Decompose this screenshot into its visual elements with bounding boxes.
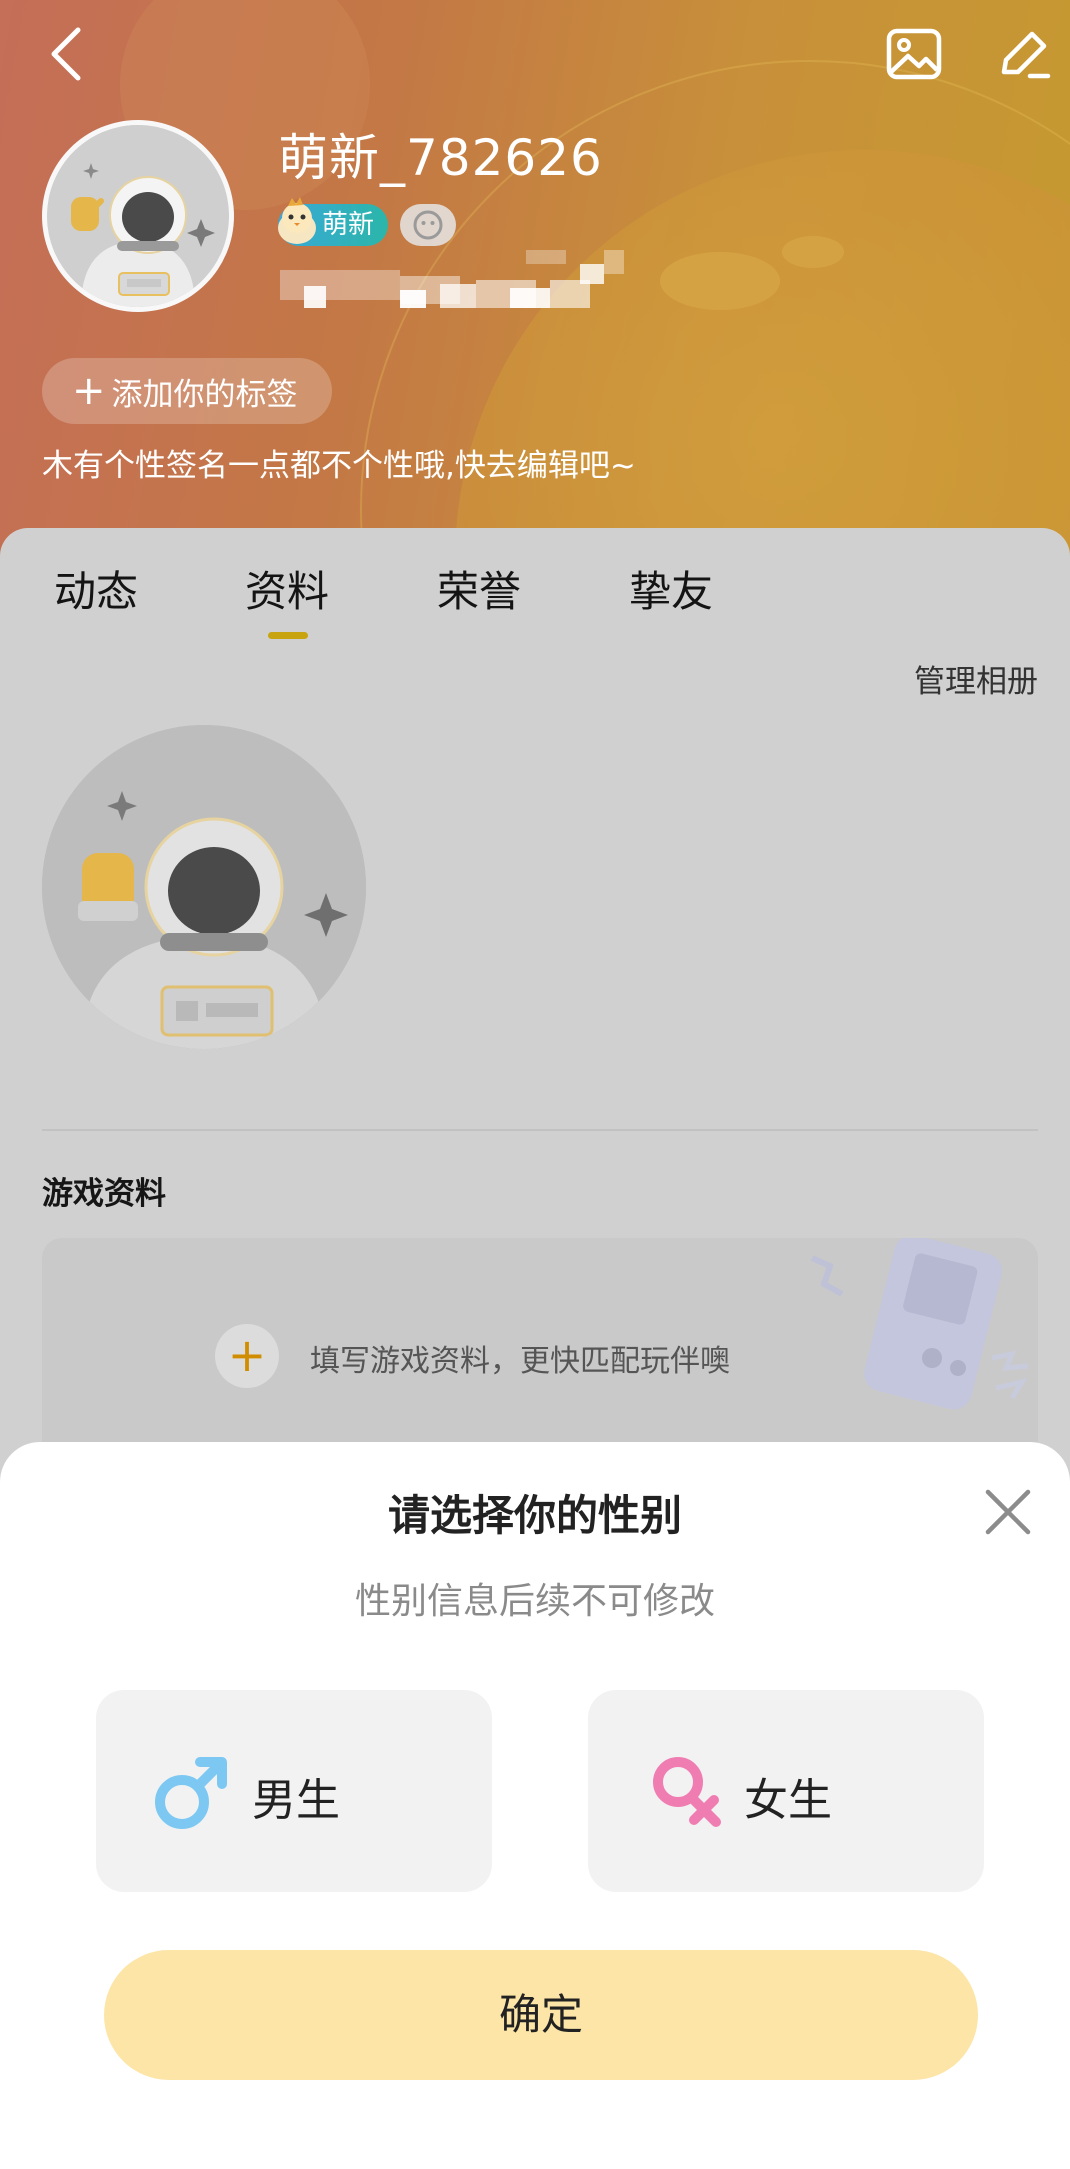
avatar[interactable] <box>42 120 234 312</box>
level-badge-label: 萌新 <box>322 210 375 240</box>
tab-honors[interactable]: 荣誉 <box>437 558 521 619</box>
plus-icon: + <box>72 368 106 414</box>
tab-close-friends[interactable]: 挚友 <box>629 558 713 619</box>
blurred-id-info <box>280 250 640 320</box>
add-tag-label: 添加你的标签 <box>111 376 298 413</box>
image-icon <box>886 28 942 80</box>
chick-icon <box>278 197 316 244</box>
astronaut-avatar-icon <box>47 125 229 307</box>
sheet-subtitle: 性别信息后续不可修改 <box>354 1581 715 1622</box>
edit-pencil-icon <box>1001 31 1051 79</box>
mood-badge[interactable] <box>400 204 456 246</box>
profile-tabs: 动态 资料 荣誉 挚友 <box>0 558 1070 628</box>
game-profile-title: 游戏资料 <box>42 1176 166 1212</box>
profile-header: 萌新_782626 萌新 + 添加你的标签 木有个性签名一点都不个性哦,快去编辑… <box>0 0 1070 560</box>
female-icon <box>653 1757 721 1827</box>
divider <box>42 1129 1038 1131</box>
signature-text[interactable]: 木有个性签名一点都不个性哦,快去编辑吧~ <box>42 440 636 485</box>
back-button[interactable] <box>36 24 96 84</box>
tab-profile[interactable]: 资料 <box>245 558 329 619</box>
male-label: 男生 <box>252 1775 340 1826</box>
edit-profile-button[interactable] <box>994 24 1054 84</box>
close-button[interactable] <box>980 1484 1036 1540</box>
back-arrow-icon <box>51 27 81 81</box>
male-icon <box>155 1757 227 1829</box>
female-label: 女生 <box>744 1775 832 1826</box>
decor-crater <box>782 236 844 268</box>
username: 萌新_782626 <box>278 129 603 187</box>
change-cover-button[interactable] <box>884 24 944 84</box>
active-tab-indicator <box>268 632 308 639</box>
tab-dynamics[interactable]: 动态 <box>54 558 138 619</box>
astronaut-photo-icon <box>42 725 366 1049</box>
close-icon <box>985 1489 1031 1535</box>
decor-crater <box>660 252 780 310</box>
plus-icon: + <box>215 1324 279 1388</box>
manage-album-link[interactable]: 管理相册 <box>914 656 1038 701</box>
sheet-title: 请选择你的性别 <box>387 1491 682 1540</box>
confirm-button[interactable]: 确定 <box>104 1950 978 2080</box>
male-option[interactable]: 男生 <box>96 1690 492 1892</box>
game-profile-hint: 填写游戏资料，更快匹配玩伴噢 <box>310 1344 730 1379</box>
female-option[interactable]: 女生 <box>588 1690 984 1892</box>
album-photo[interactable] <box>42 725 366 1049</box>
add-tag-button[interactable]: + 添加你的标签 <box>42 358 332 424</box>
gender-select-sheet: 请选择你的性别 性别信息后续不可修改 男生 女生 确定 <box>0 1442 1070 2169</box>
gameboy-illustration-icon <box>810 1238 1029 1410</box>
smiley-icon <box>413 210 443 240</box>
